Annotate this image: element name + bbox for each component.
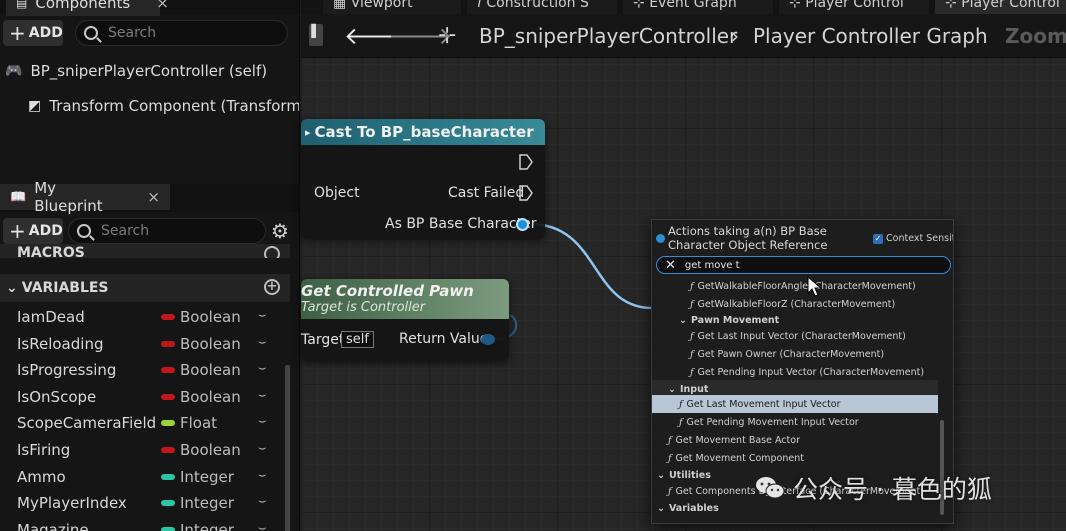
action-search-value: get move t <box>684 259 740 271</box>
action-label: GetWalkableFloorZ (CharacterMovement) <box>697 298 896 310</box>
context-sensitive-toggle[interactable]: ✓ Context Sensitive <box>873 233 953 244</box>
chevron-down-icon: ⌄ <box>679 314 687 326</box>
context-sensitive-label: Context Sensitive <box>886 233 953 244</box>
action-label: Get Pending Input Vector (CharacterMovem… <box>697 366 925 378</box>
object-wire <box>529 222 653 310</box>
function-icon: ƒ <box>679 416 683 428</box>
function-icon: ƒ <box>690 330 694 342</box>
mouse-cursor-icon <box>807 276 823 297</box>
function-icon: ƒ <box>668 434 672 446</box>
function-icon: ƒ <box>690 366 694 378</box>
as-base-character-pin-label: As BP Base Character <box>385 216 537 232</box>
cast-failed-pin-label: Cast Failed <box>448 185 525 201</box>
action-item[interactable]: ƒ Get Pending Input Vector (CharacterMove… <box>652 363 938 381</box>
action-item[interactable]: ƒ GetWalkableFloorAngle (CharacterMovemen… <box>652 277 938 295</box>
exec-pin-icon <box>519 185 533 201</box>
watermark-text: 公众号 · 暮色的狐 <box>793 475 992 504</box>
function-icon: ƒ <box>679 398 683 410</box>
action-item[interactable]: ƒ Get Last Movement Input Vector <box>652 395 938 413</box>
target-pin-label: Target <box>301 332 345 348</box>
chevron-down-icon: ⌄ <box>657 502 665 514</box>
return-value-pin-label: Return Value <box>399 331 489 347</box>
action-item[interactable]: ƒ Get Pending Movement Input Vector <box>652 413 938 431</box>
chevron-down-icon: ⌄ <box>657 469 665 481</box>
cast-node-title: Cast To BP_baseCharacter <box>314 123 534 141</box>
clear-icon[interactable]: ✕ <box>665 258 676 273</box>
exec-pin-icon <box>519 154 533 170</box>
cast-icon: ▸ <box>305 125 311 139</box>
object-reference-dot-icon <box>656 234 665 243</box>
get-controlled-pawn-node[interactable]: Get Controlled Pawn Target is Controller… <box>301 279 509 361</box>
action-item[interactable]: ƒ Get Last Input Vector (CharacterMovemen… <box>652 327 938 345</box>
action-label: Utilities <box>668 469 711 481</box>
function-icon: ƒ <box>668 452 672 464</box>
action-item[interactable]: ƒ Get Pawn Owner (CharacterMovement) <box>652 345 938 363</box>
get-pawn-title: Get Controlled Pawn <box>301 282 474 300</box>
self-value-box[interactable]: self <box>341 331 374 348</box>
action-label: Get Movement Base Actor <box>675 434 800 446</box>
context-menu-title: Actions taking a(n) BP Base Character Ob… <box>668 224 828 252</box>
as-base-character-pin[interactable] <box>516 218 529 231</box>
function-icon: ƒ <box>690 348 694 360</box>
action-label: Pawn Movement <box>690 314 780 326</box>
cast-failed-pin[interactable] <box>519 185 533 201</box>
action-label: Get Last Input Vector (CharacterMovement… <box>697 330 906 342</box>
cast-node[interactable]: ▸ Cast To BP_baseCharacter Object Cast F… <box>301 119 545 239</box>
action-label: Input <box>679 383 709 395</box>
action-label: Get Movement Component <box>675 452 804 464</box>
cast-node-header[interactable]: ▸ Cast To BP_baseCharacter <box>301 119 545 145</box>
chevron-down-icon: ⌄ <box>668 383 676 395</box>
action-item[interactable]: ƒ Get Movement Component <box>652 449 938 467</box>
get-pawn-header[interactable]: Get Controlled Pawn Target is Controller <box>301 279 509 319</box>
action-label: Get Pawn Owner (CharacterMovement) <box>697 348 885 360</box>
get-pawn-subtitle: Target is Controller <box>301 300 426 315</box>
watermark: 公众号 · 暮色的狐 <box>755 470 992 506</box>
checkbox-checked-icon[interactable]: ✓ <box>873 233 883 244</box>
action-item[interactable]: ƒ Get Movement Base Actor <box>652 431 938 449</box>
wechat-icon <box>756 477 785 499</box>
object-pin-label: Object <box>314 185 360 201</box>
action-label: Get Pending Movement Input Vector <box>686 416 859 428</box>
return-value-pin[interactable] <box>481 334 495 345</box>
exec-out-pin[interactable] <box>519 154 533 170</box>
action-search-input[interactable]: ✕ get move t <box>656 256 951 274</box>
function-icon: ƒ <box>690 280 694 292</box>
action-label: Get Last Movement Input Vector <box>686 398 841 410</box>
function-icon: ƒ <box>668 485 672 497</box>
function-icon: ƒ <box>690 298 694 310</box>
action-label: Variables <box>668 502 719 514</box>
